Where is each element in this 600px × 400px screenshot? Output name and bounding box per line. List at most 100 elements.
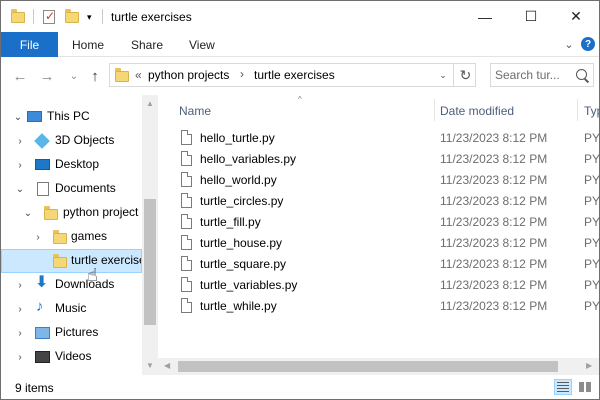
minimize-button[interactable]: — xyxy=(462,1,508,32)
tree-item-this-pc[interactable]: ⌄ This PC xyxy=(1,105,142,129)
file-name: turtle_house.py xyxy=(200,236,283,250)
details-view-icon xyxy=(557,382,569,392)
file-row[interactable]: hello_variables.py 11/23/2023 8:12 PM xyxy=(176,149,596,170)
file-icon xyxy=(181,256,192,271)
new-folder-icon[interactable] xyxy=(65,8,79,26)
details-view-button[interactable] xyxy=(554,379,572,395)
tree-label: Videos xyxy=(55,349,92,363)
tree-item-downloads[interactable]: › ⬇ Downloads xyxy=(1,273,142,297)
breadcrumb-overflow-icon[interactable]: « xyxy=(135,68,142,82)
desktop-icon xyxy=(35,159,50,170)
address-bar[interactable]: « python projects › turtle exercises xyxy=(109,63,476,87)
scrollbar-thumb[interactable] xyxy=(144,199,156,325)
tree-item-python-projects[interactable]: ⌄ python project xyxy=(1,201,142,225)
tree-item-desktop[interactable]: › Desktop xyxy=(1,153,142,177)
file-row[interactable]: turtle_circles.py 11/23/2023 8:12 PM xyxy=(176,191,596,212)
chevron-right-icon[interactable]: › xyxy=(15,280,25,291)
scroll-right-icon[interactable]: ▶ xyxy=(586,361,592,370)
tab-share[interactable]: Share xyxy=(131,32,163,57)
explorer-window: ▾ turtle exercises — ☐ ✕ File Home Share… xyxy=(0,0,600,400)
quick-access-dropdown-icon[interactable]: ▾ xyxy=(87,8,92,26)
column-divider[interactable] xyxy=(434,99,435,121)
forward-button[interactable]: → xyxy=(38,67,56,85)
tree-item-videos[interactable]: › Videos xyxy=(1,345,142,369)
file-type: PY xyxy=(584,152,600,166)
toolbar-divider xyxy=(102,9,103,24)
file-date: 11/23/2023 8:12 PM xyxy=(440,257,548,271)
help-button[interactable]: ? xyxy=(580,36,596,52)
navigation-pane-scrollbar[interactable]: ▲ ▼ xyxy=(142,95,158,375)
scroll-left-icon[interactable]: ◀ xyxy=(164,361,170,370)
refresh-button[interactable]: ↻ xyxy=(453,63,477,87)
column-header-name[interactable]: Name xyxy=(179,101,211,121)
tree-label: Music xyxy=(55,301,87,315)
column-header-type[interactable]: Typ xyxy=(584,101,600,121)
file-name: hello_variables.py xyxy=(200,152,297,166)
scrollbar-thumb[interactable] xyxy=(178,361,558,372)
navigation-pane: ⌄ This PC › 3D Objects › Desktop ⌄ Docum… xyxy=(1,95,158,375)
large-icons-view-button[interactable] xyxy=(576,379,594,395)
recent-locations-icon[interactable]: ⌄ xyxy=(65,67,83,85)
pictures-icon xyxy=(35,327,50,339)
tree-item-documents[interactable]: ⌄ Documents xyxy=(1,177,142,201)
file-list-horizontal-scrollbar[interactable]: ◀ ▶ xyxy=(158,358,599,375)
ribbon-collapse-icon[interactable]: ⌄ xyxy=(561,36,577,52)
file-row[interactable]: turtle_fill.py 11/23/2023 8:12 PM xyxy=(176,212,596,233)
download-icon: ⬇ xyxy=(35,274,49,291)
chevron-right-icon[interactable]: › xyxy=(15,160,25,171)
file-type: PY xyxy=(584,236,600,250)
file-date: 11/23/2023 8:12 PM xyxy=(440,152,548,166)
tree-item-turtle-exercises[interactable]: turtle exercise xyxy=(1,249,142,273)
file-date: 11/23/2023 8:12 PM xyxy=(440,236,548,250)
address-dropdown-icon[interactable]: ⌄ xyxy=(435,63,451,87)
tree-item-music[interactable]: › ♪ Music xyxy=(1,297,142,321)
tree-item-pictures[interactable]: › Pictures xyxy=(1,321,142,345)
window-folder-icon[interactable] xyxy=(11,8,25,26)
file-row[interactable]: turtle_house.py 11/23/2023 8:12 PM xyxy=(176,233,596,254)
file-name: turtle_square.py xyxy=(200,257,287,271)
file-row[interactable]: turtle_variables.py 11/23/2023 8:12 PM xyxy=(176,275,596,296)
column-header-date-modified[interactable]: Date modified xyxy=(440,101,514,121)
tree-label: 3D Objects xyxy=(55,133,115,147)
maximize-button[interactable]: ☐ xyxy=(508,1,554,32)
file-row[interactable]: hello_turtle.py 11/23/2023 8:12 PM xyxy=(176,128,596,149)
search-input[interactable] xyxy=(495,67,571,83)
chevron-right-icon[interactable]: › xyxy=(15,136,25,147)
close-button[interactable]: ✕ xyxy=(553,1,599,32)
file-row[interactable]: turtle_square.py 11/23/2023 8:12 PM xyxy=(176,254,596,275)
file-icon xyxy=(181,172,192,187)
tree-label: Desktop xyxy=(55,157,100,171)
tree-item-games[interactable]: › games xyxy=(1,225,142,249)
chevron-down-icon[interactable]: ⌄ xyxy=(13,112,23,123)
chevron-right-icon[interactable]: › xyxy=(15,352,25,363)
back-button[interactable]: ← xyxy=(11,67,29,85)
file-list: ^ Name Date modified Typ hello_turtle.py… xyxy=(158,95,600,375)
properties-icon[interactable] xyxy=(43,8,55,26)
chevron-down-icon[interactable]: ⌄ xyxy=(23,208,33,219)
chevron-right-icon[interactable]: › xyxy=(33,232,43,243)
scroll-up-icon[interactable]: ▲ xyxy=(145,99,155,109)
tab-file[interactable]: File xyxy=(1,32,58,57)
ribbon: File Home Share View ⌄ ? xyxy=(1,32,599,57)
file-name: hello_world.py xyxy=(200,173,277,187)
tree-item-3d-objects[interactable]: › 3D Objects xyxy=(1,129,142,153)
breadcrumb-python-projects[interactable]: python projects xyxy=(148,68,229,82)
search-box[interactable] xyxy=(490,63,594,87)
tab-home[interactable]: Home xyxy=(72,32,104,57)
scroll-down-icon[interactable]: ▼ xyxy=(145,361,155,371)
file-icon xyxy=(181,193,192,208)
up-button[interactable]: ↑ xyxy=(86,67,104,85)
file-type: PY xyxy=(584,194,600,208)
chevron-right-icon[interactable]: › xyxy=(15,328,25,339)
tab-view[interactable]: View xyxy=(189,32,215,57)
search-icon xyxy=(576,69,587,80)
column-divider[interactable] xyxy=(577,99,578,121)
file-date: 11/23/2023 8:12 PM xyxy=(440,194,548,208)
file-row[interactable]: turtle_while.py 11/23/2023 8:12 PM xyxy=(176,296,596,317)
file-icon xyxy=(181,277,192,292)
breadcrumb-turtle-exercises[interactable]: turtle exercises xyxy=(254,68,335,82)
chevron-down-icon[interactable]: ⌄ xyxy=(15,184,25,195)
file-row[interactable]: hello_world.py 11/23/2023 8:12 PM xyxy=(176,170,596,191)
file-date: 11/23/2023 8:12 PM xyxy=(440,173,548,187)
chevron-right-icon[interactable]: › xyxy=(15,304,25,315)
